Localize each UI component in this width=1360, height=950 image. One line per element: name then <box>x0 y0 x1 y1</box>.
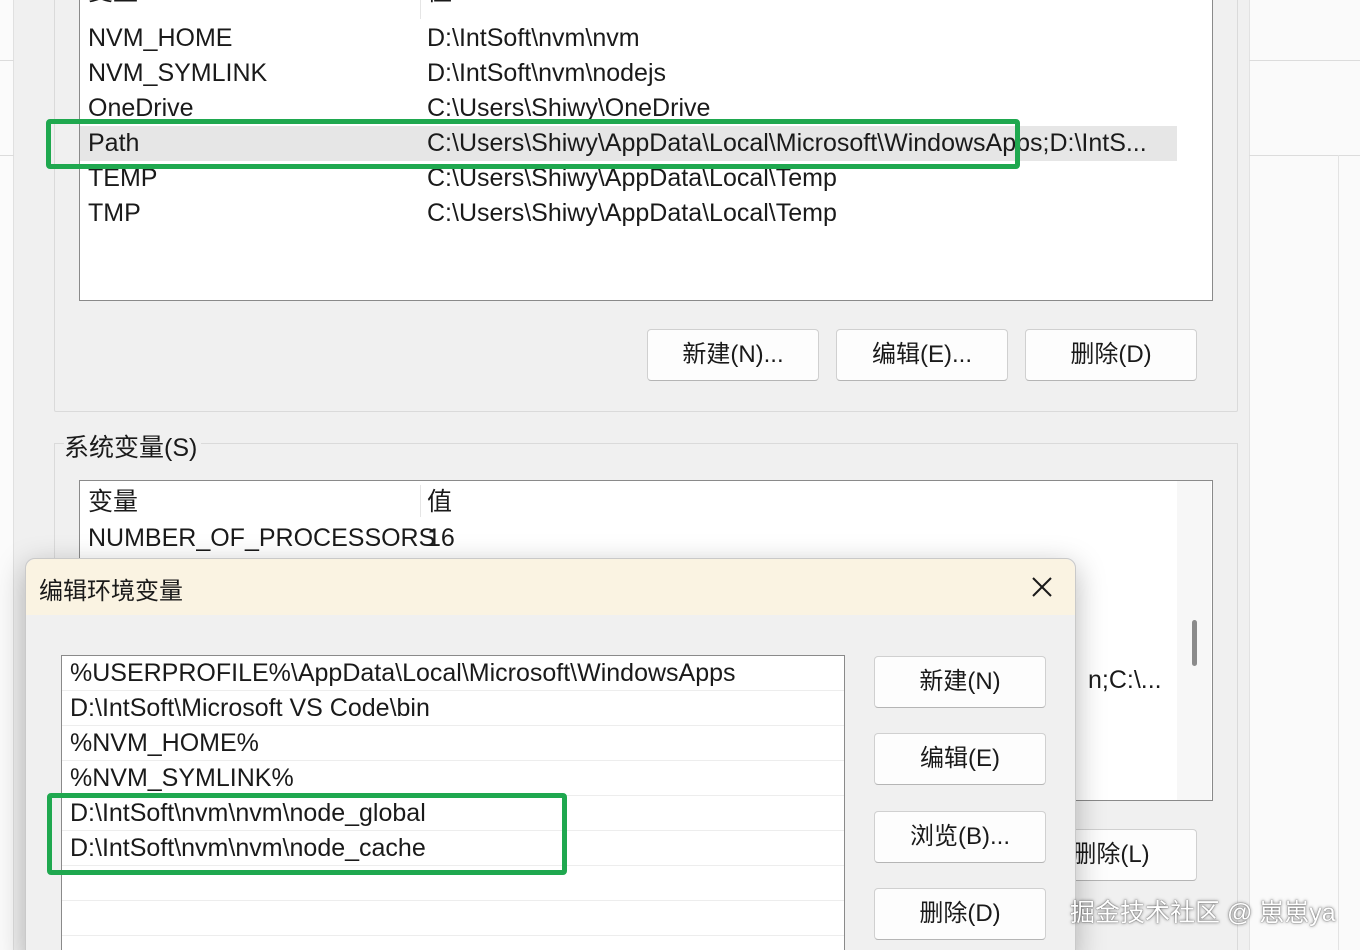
divider <box>0 60 14 61</box>
column-header-value[interactable]: 值 <box>427 485 452 520</box>
system-variables-label: 系统变量(S) <box>64 428 202 464</box>
variable-name: TMP <box>88 199 141 227</box>
background-window-right <box>1249 0 1360 950</box>
new-path-button[interactable]: 新建(N) <box>874 656 1046 708</box>
path-list[interactable]: %USERPROFILE%\AppData\Local\Microsoft\Wi… <box>61 655 845 950</box>
divider <box>1338 155 1339 950</box>
variable-value: C:\Users\Shiwy\AppData\Local\Temp <box>427 164 837 192</box>
list-item-selected[interactable]: Path C:\Users\Shiwy\AppData\Local\Micros… <box>80 126 1177 161</box>
variable-name: NUMBER_OF_PROCESSORS <box>88 524 436 552</box>
watermark: 掘金技术社区 @ 崽崽ya <box>1070 899 1336 927</box>
variable-name: Path <box>88 129 140 157</box>
column-header-value[interactable]: 值 <box>427 0 452 10</box>
edit-path-button[interactable]: 编辑(E) <box>874 733 1046 785</box>
dialog-title: 编辑环境变量 <box>39 578 183 605</box>
divider <box>1249 60 1360 61</box>
background-window-left <box>0 0 14 950</box>
variable-value: C:\Users\Shiwy\OneDrive <box>427 94 711 122</box>
user-variables-list[interactable]: 变量 值 NVM_HOME D:\IntSoft\nvm\nvm NVM_SYM… <box>79 0 1213 301</box>
variable-name: TEMP <box>88 164 158 192</box>
user-delete-button[interactable]: 删除(D) <box>1025 329 1197 381</box>
path-item[interactable]: %USERPROFILE%\AppData\Local\Microsoft\Wi… <box>62 656 844 691</box>
user-edit-button[interactable]: 编辑(E)... <box>836 329 1008 381</box>
path-item[interactable]: D:\IntSoft\nvm\nvm\node_global <box>62 796 844 831</box>
variable-name: NVM_HOME <box>88 24 233 52</box>
path-item-empty[interactable] <box>62 901 844 936</box>
column-header-variable[interactable]: 变量 <box>88 485 138 520</box>
browse-button[interactable]: 浏览(B)... <box>874 811 1046 863</box>
delete-path-button[interactable]: 删除(D) <box>874 888 1046 940</box>
scrollbar-thumb[interactable] <box>1192 620 1197 666</box>
path-item[interactable]: %NVM_HOME% <box>62 726 844 761</box>
variable-value: D:\IntSoft\nvm\nvm <box>427 24 640 52</box>
divider <box>1249 155 1360 156</box>
variable-name: NVM_SYMLINK <box>88 59 268 87</box>
column-divider[interactable] <box>420 485 421 517</box>
variable-value: C:\Users\Shiwy\AppData\Local\Temp <box>427 199 837 227</box>
variable-value: 16 <box>427 524 455 552</box>
variable-name: OneDrive <box>88 94 194 122</box>
close-icon[interactable] <box>1026 571 1058 603</box>
path-item[interactable]: D:\IntSoft\Microsoft VS Code\bin <box>62 691 844 726</box>
variable-value: n;C:\... <box>1088 666 1162 694</box>
variable-value: C:\Users\Shiwy\AppData\Local\Microsoft\W… <box>427 129 1147 157</box>
user-new-button[interactable]: 新建(N)... <box>647 329 819 381</box>
variable-value: D:\IntSoft\nvm\nodejs <box>427 59 667 87</box>
edit-environment-variable-dialog: 编辑环境变量 %USERPROFILE%\AppData\Local\Micro… <box>25 558 1076 950</box>
path-item-empty[interactable] <box>62 866 844 901</box>
path-item[interactable]: %NVM_SYMLINK% <box>62 761 844 796</box>
path-item[interactable]: D:\IntSoft\nvm\nvm\node_cache <box>62 831 844 866</box>
column-header-variable[interactable]: 变量 <box>88 0 138 10</box>
title-bar[interactable]: 编辑环境变量 <box>26 559 1075 615</box>
column-divider[interactable] <box>420 0 421 19</box>
divider <box>0 155 14 156</box>
